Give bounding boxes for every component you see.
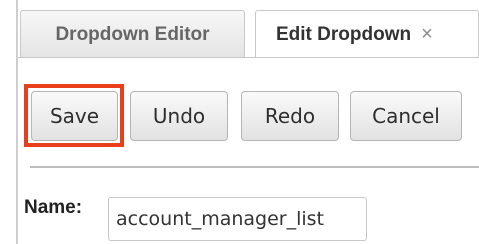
name-input[interactable]: [108, 197, 367, 241]
edit-dropdown-view: Dropdown Editor Edit Dropdown × Save Und…: [0, 0, 479, 244]
close-icon[interactable]: ×: [421, 23, 433, 46]
tab-strip-divider: [18, 57, 479, 58]
name-label: Name:: [24, 197, 83, 218]
cancel-button[interactable]: Cancel: [350, 91, 462, 141]
redo-button[interactable]: Redo: [241, 91, 339, 141]
undo-button[interactable]: Undo: [130, 91, 228, 141]
left-border: [16, 0, 18, 244]
save-button[interactable]: Save: [31, 91, 118, 141]
tab-label: Edit Dropdown: [276, 23, 412, 45]
toolbar-divider: [30, 166, 479, 168]
tab-label: Dropdown Editor: [55, 23, 210, 45]
tab-edit-dropdown[interactable]: Edit Dropdown ×: [255, 10, 479, 58]
tab-dropdown-editor[interactable]: Dropdown Editor: [20, 10, 245, 58]
